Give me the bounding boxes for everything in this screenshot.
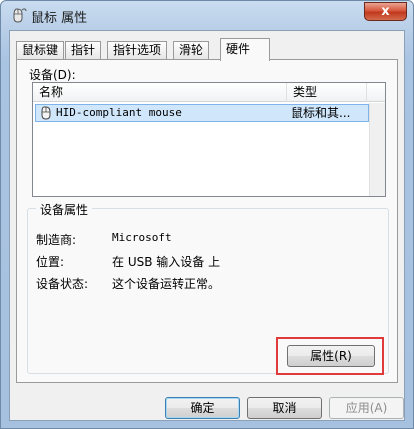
- hardware-panel: 设备(D): 名称 类型 HID-compliant mouse 鼠标和其...: [16, 59, 398, 383]
- ok-button[interactable]: 确定: [165, 397, 240, 419]
- status-value: 这个设备运转正常。: [112, 277, 221, 291]
- cancel-button[interactable]: 取消: [247, 397, 322, 419]
- title-bar[interactable]: 鼠标 属性 x: [1, 1, 413, 29]
- location-value: 在 USB 输入设备 上: [112, 255, 221, 269]
- tab-hardware[interactable]: 硬件: [220, 38, 270, 61]
- devices-list[interactable]: 名称 类型 HID-compliant mouse 鼠标和其...: [32, 82, 386, 197]
- list-header: 名称 类型: [33, 83, 385, 102]
- dialog-window: 鼠标 属性 x 鼠标键 指针 指针选项 滑轮 硬件 设备(D): 名称 类型 H…: [0, 0, 414, 429]
- tab-pointer-options[interactable]: 指针选项: [107, 41, 168, 60]
- tab-pointers[interactable]: 指针: [65, 41, 102, 60]
- column-type[interactable]: 类型: [287, 83, 367, 102]
- window-title: 鼠标 属性: [31, 11, 88, 26]
- highlight-box: [276, 337, 384, 375]
- tab-buttons[interactable]: 鼠标键: [16, 41, 65, 60]
- tab-wheel[interactable]: 滑轮: [173, 41, 210, 60]
- mouse-icon: [13, 8, 27, 23]
- close-button[interactable]: x: [364, 2, 407, 21]
- location-label: 位置:: [36, 255, 65, 269]
- close-icon: x: [381, 4, 390, 19]
- list-scrollbar[interactable]: [369, 103, 385, 196]
- apply-button[interactable]: 应用(A): [329, 397, 404, 419]
- devices-label: 设备(D):: [29, 68, 76, 82]
- mouse-icon: [41, 106, 51, 120]
- manufacturer-value: Microsoft: [112, 231, 172, 244]
- manufacturer-label: 制造商:: [36, 233, 77, 247]
- group-title: 设备属性: [36, 201, 93, 218]
- device-name: HID-compliant mouse: [56, 106, 182, 119]
- column-name[interactable]: 名称: [33, 83, 287, 102]
- list-item[interactable]: HID-compliant mouse 鼠标和其...: [35, 104, 369, 122]
- device-type: 鼠标和其...: [291, 106, 351, 120]
- status-label: 设备状态:: [36, 277, 89, 291]
